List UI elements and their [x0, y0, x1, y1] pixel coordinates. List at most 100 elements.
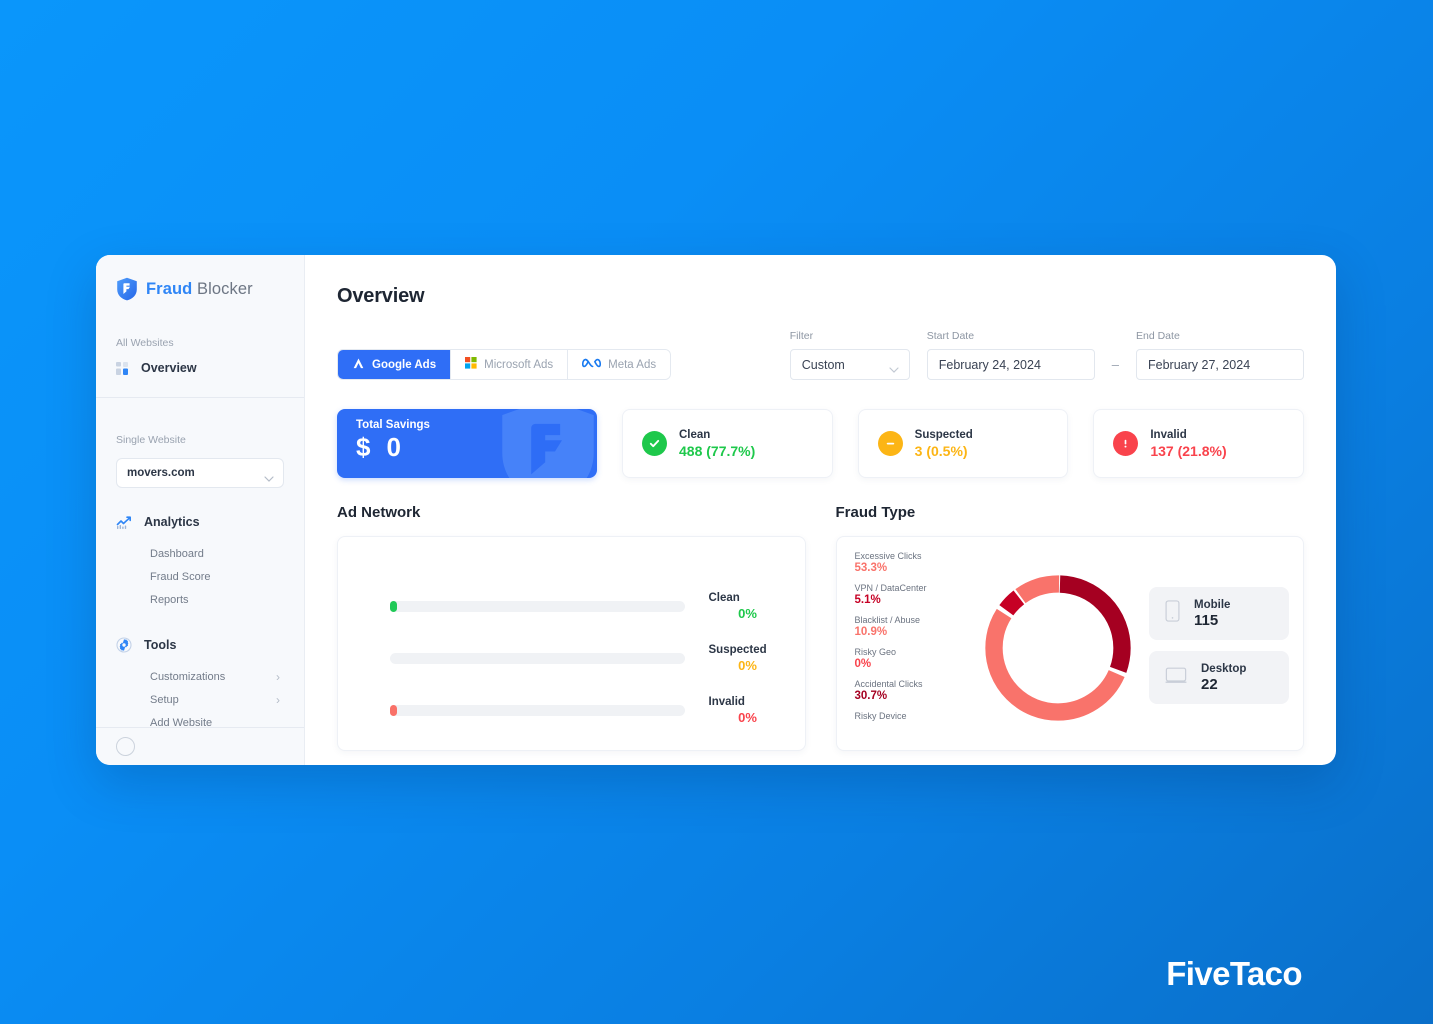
legend-item-excessive-clicks: Excessive Clicks 53.3% [855, 551, 967, 574]
sidebar-item-setup[interactable]: Setup › [116, 688, 284, 711]
filter-select-value: Custom [801, 357, 845, 372]
stat-card-invalid-name: Invalid [1150, 428, 1187, 441]
avatar[interactable] [116, 737, 135, 756]
nav-group-tools: Tools Customizations › Setup › Add Websi… [116, 637, 284, 734]
tab-google-ads[interactable]: Google Ads [338, 350, 452, 379]
bar-meta-clean: Clean 0% [709, 592, 787, 621]
bar-name-invalid: Invalid [708, 696, 745, 708]
sidebar-item-fraud-score-label: Fraud Score [150, 570, 211, 583]
device-card-mobile-value: 115 [1194, 611, 1219, 629]
device-card-mobile-name: Mobile [1194, 598, 1231, 611]
date-range-separator: – [1111, 357, 1119, 372]
tab-google-ads-label: Google Ads [372, 358, 437, 371]
start-date-value: February 24, 2024 [938, 357, 1041, 372]
sidebar-item-overview-label: Overview [141, 361, 197, 375]
ad-network-bars: Clean 0% Suspected 0% Invalid 0% [338, 537, 805, 725]
bar-name-clean: Clean [708, 592, 740, 604]
end-date-input[interactable]: February 27, 2024 [1136, 349, 1304, 380]
legend-name-excessive-clicks: Excessive Clicks [854, 551, 922, 561]
chevron-right-icon: › [276, 669, 280, 684]
fraud-type-title: Fraud Type [835, 504, 916, 521]
legend-value-blacklist-abuse: 10.9% [854, 626, 888, 638]
tab-microsoft-ads[interactable]: Microsoft Ads [451, 350, 569, 379]
legend-value-excessive-clicks: 53.3% [854, 562, 888, 574]
filter-field: Filter Custom [789, 330, 910, 380]
fraud-type-box: Excessive Clicks 53.3% VPN / DataCenter … [835, 536, 1304, 751]
legend-value-vpn-datacenter: 5.1% [854, 594, 881, 606]
website-select-value: movers.com [127, 467, 195, 479]
fivetaco-watermark: FiveTaco [1166, 955, 1302, 992]
nav-head-analytics-label: Analytics [144, 515, 200, 529]
website-select[interactable]: movers.com [116, 458, 284, 488]
filter-select[interactable]: Custom [789, 349, 910, 380]
device-card-desktop[interactable]: Desktop 22 [1149, 651, 1289, 704]
bar-meta-invalid: Invalid 0% [709, 696, 787, 725]
total-savings-card: Total Savings $ 0 [337, 409, 597, 478]
legend-value-risky-geo: 0% [854, 658, 872, 670]
nav-group-analytics: Analytics Dashboard Fraud Score Reports [116, 514, 284, 611]
stat-card-clean: Clean 488 (77.7%) [622, 409, 833, 478]
stat-card-clean-name: Clean [679, 428, 711, 441]
check-circle-icon [642, 431, 667, 456]
sidebar-item-dashboard[interactable]: Dashboard [116, 542, 284, 565]
bar-row-suspected: Suspected 0% [338, 644, 805, 673]
sidebar: Fraud Blocker All Websites Overview Sing… [96, 255, 305, 765]
currency-symbol: $ [356, 432, 371, 462]
sidebar-footer [96, 727, 304, 765]
bar-track-suspected [390, 653, 685, 664]
analytics-chart-icon [116, 514, 132, 530]
legend-item-accidental-clicks: Accidental Clicks 30.7% [855, 679, 967, 702]
bar-track-clean [390, 601, 685, 612]
fraud-type-donut-chart [985, 575, 1131, 721]
filters: Filter Custom Start Date February 24, 20… [789, 330, 1304, 380]
sidebar-item-reports[interactable]: Reports [116, 588, 284, 611]
sidebar-item-overview[interactable]: Overview [116, 361, 284, 397]
stat-card-suspected-name: Suspected [914, 428, 973, 441]
end-date-field: End Date February 27, 2024 [1136, 330, 1304, 380]
tab-meta-ads[interactable]: Meta Ads [568, 350, 671, 379]
sidebar-divider [96, 397, 304, 398]
nav-head-tools[interactable]: Tools [116, 637, 284, 653]
legend-value-accidental-clicks: 30.7% [854, 690, 888, 702]
ad-network-box: Clean 0% Suspected 0% Invalid 0% [337, 536, 806, 751]
chevron-down-icon[interactable] [264, 469, 274, 487]
nav-head-tools-label: Tools [144, 638, 177, 652]
nav-head-analytics[interactable]: Analytics [116, 514, 284, 530]
shield-logo-icon [116, 277, 138, 301]
brand-name-part2: Blocker [197, 279, 253, 298]
gear-icon [116, 637, 132, 653]
device-card-mobile-text: Mobile 115 [1194, 599, 1230, 629]
start-date-input[interactable]: February 24, 2024 [926, 349, 1095, 380]
chevron-down-icon[interactable] [889, 362, 899, 376]
sidebar-item-customizations-label: Customizations [150, 670, 226, 683]
grid-icon [116, 361, 130, 375]
network-tabs: Google Ads Microsoft Ads Meta Ads [337, 349, 672, 380]
brand-logo[interactable]: Fraud Blocker [96, 255, 304, 301]
panels-row: Ad Network Clean 0% Suspected 0% Invalid… [337, 504, 1304, 751]
bar-pct-clean: 0% [738, 606, 757, 621]
brand-name-part1: Fraud [146, 279, 193, 298]
tab-microsoft-ads-label: Microsoft Ads [484, 358, 554, 371]
device-card-mobile[interactable]: Mobile 115 [1149, 587, 1289, 640]
bar-pct-suspected: 0% [738, 658, 757, 673]
website-select-wrap: movers.com [116, 458, 284, 488]
legend-item-risky-device: Risky Device [855, 711, 967, 721]
stats-row: Total Savings $ 0 Clean 488 (77.7%) Susp… [337, 409, 1305, 478]
legend-item-blacklist-abuse: Blacklist / Abuse 10.9% [855, 615, 967, 638]
fraud-type-legend: Excessive Clicks 53.3% VPN / DataCenter … [855, 551, 967, 750]
start-date-label: Start Date [926, 330, 975, 342]
total-savings-value: 0 [386, 432, 401, 462]
bar-meta-suspected: Suspected 0% [709, 644, 787, 673]
sidebar-item-dashboard-label: Dashboard [150, 547, 204, 560]
page-title: Overview [337, 285, 425, 307]
sidebar-item-customizations[interactable]: Customizations › [116, 665, 284, 688]
end-date-value: February 27, 2024 [1148, 357, 1251, 372]
filter-label: Filter [789, 330, 814, 342]
sidebar-item-fraud-score[interactable]: Fraud Score [116, 565, 284, 588]
device-card-desktop-value: 22 [1201, 675, 1218, 693]
toolbar: Google Ads Microsoft Ads Meta Ads Filter… [337, 330, 1304, 380]
start-date-field: Start Date February 24, 2024 [926, 330, 1095, 380]
fraud-type-donut-wrap [967, 551, 1150, 750]
shield-watermark-icon [493, 409, 597, 478]
legend-name-accidental-clicks: Accidental Clicks [854, 679, 923, 689]
